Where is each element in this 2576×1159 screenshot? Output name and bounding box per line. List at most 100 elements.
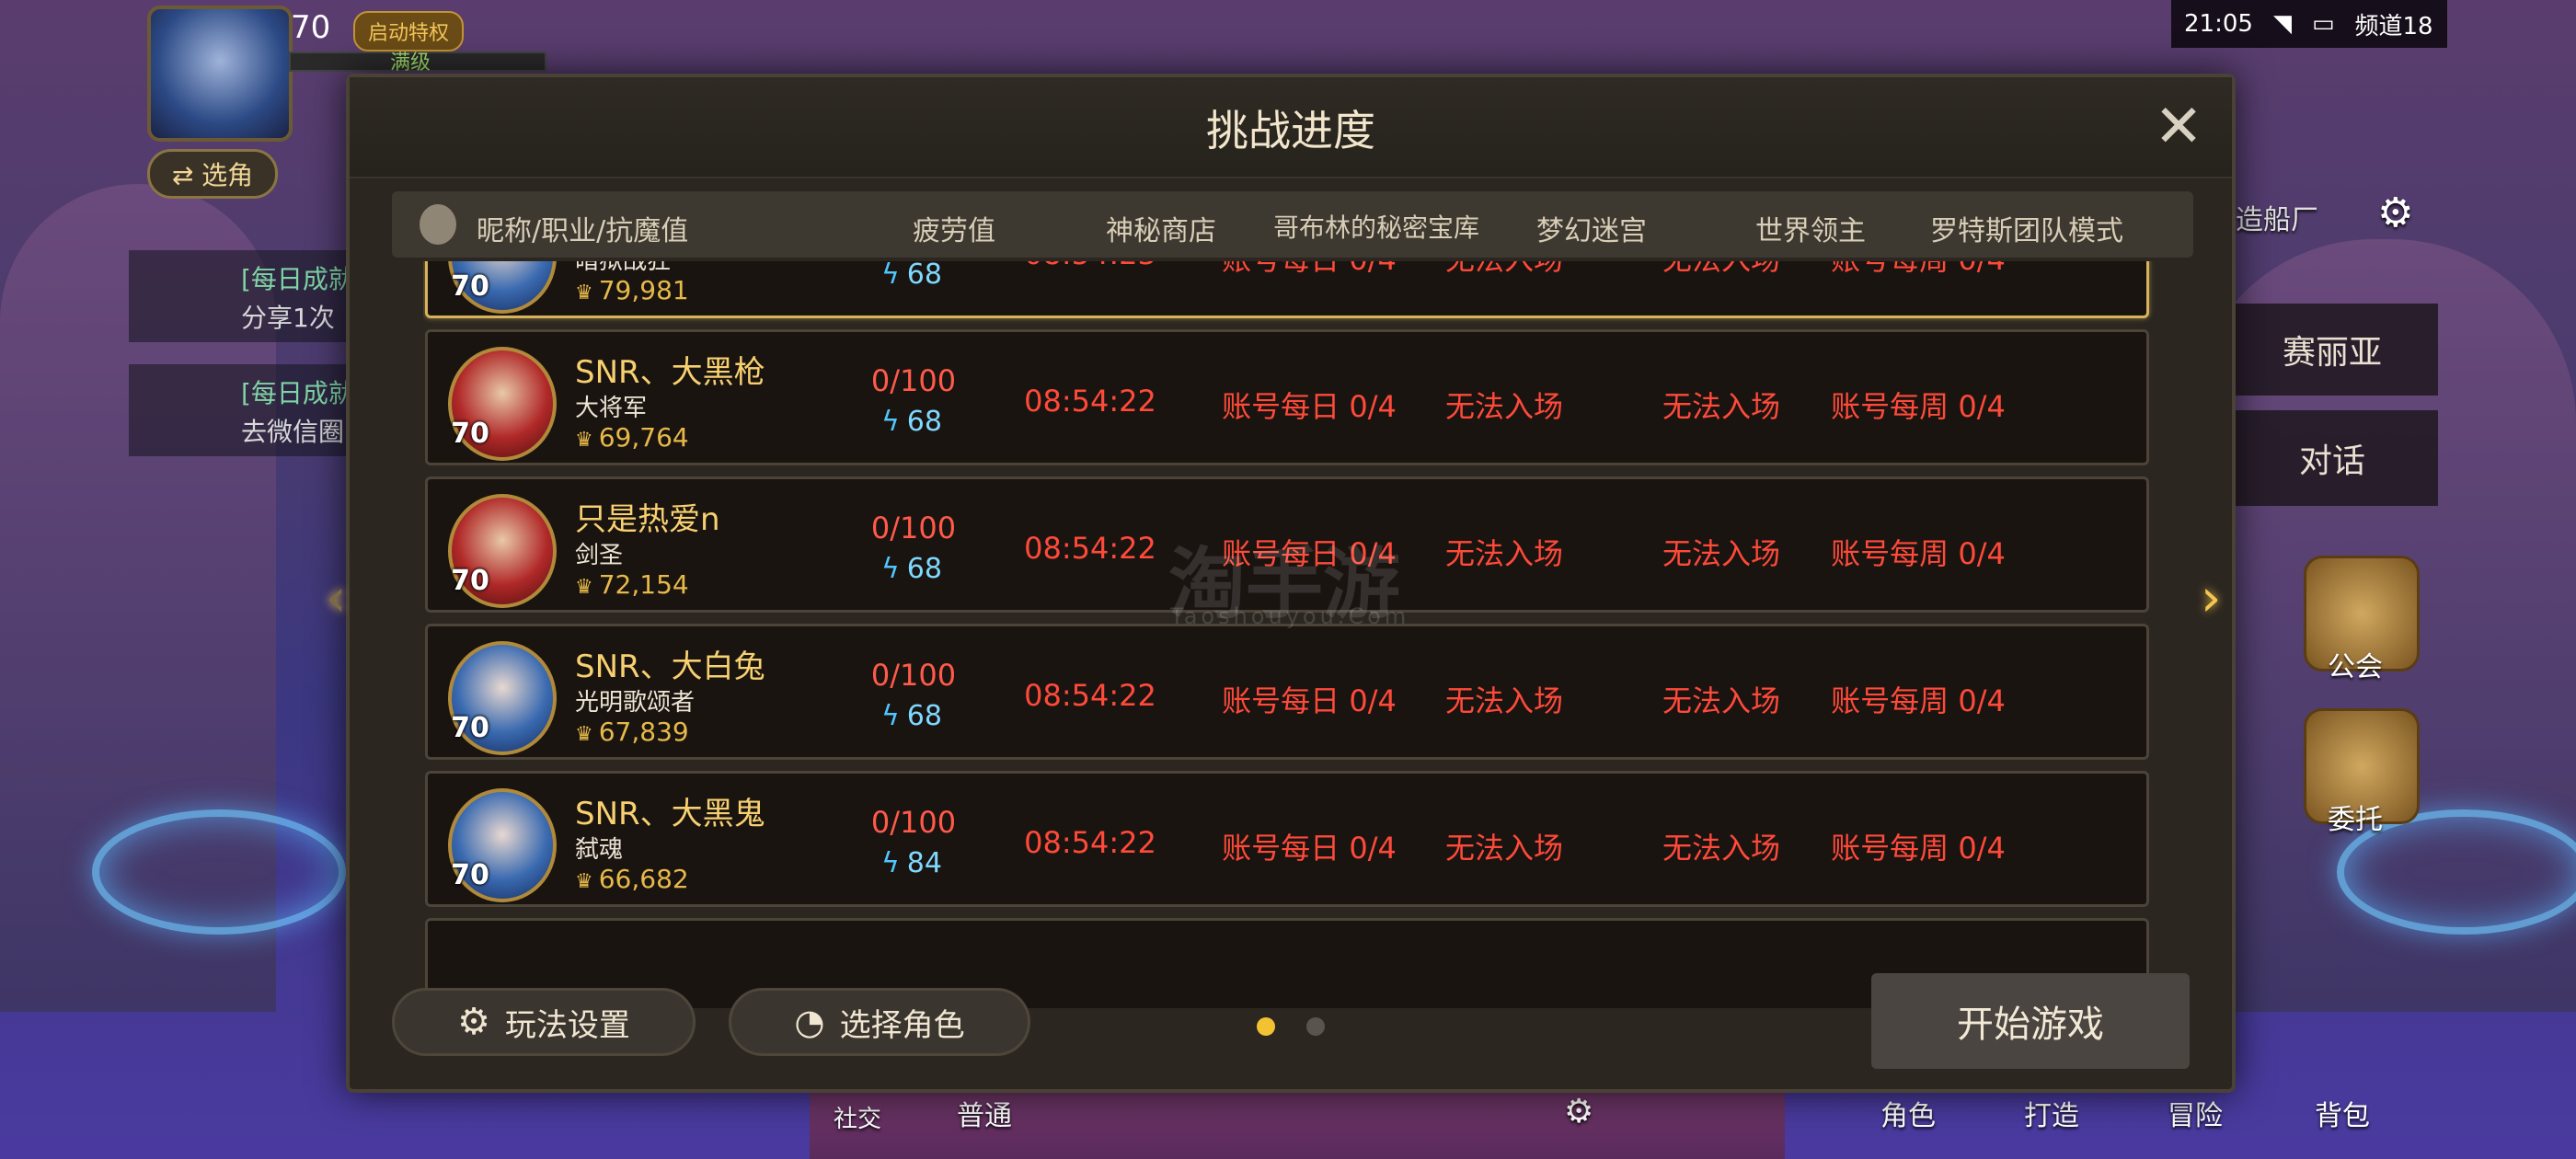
- character-row[interactable]: 70 SNR、大黑鬼 弑魂 ♛ 66,682 0/100 ϟ 84 08:54:22…: [425, 771, 2149, 907]
- social-label[interactable]: 社交: [834, 1100, 881, 1134]
- crown-icon: ♛: [575, 576, 593, 599]
- maze-status: 无法入场: [1444, 536, 1563, 571]
- play-settings-label: 玩法设置: [504, 1006, 630, 1044]
- shop-timer: 08:54:22: [1024, 384, 1156, 419]
- signal-icon: ◥: [2272, 10, 2292, 38]
- level-badge: 70: [446, 704, 494, 752]
- lightning-icon: ϟ: [881, 553, 900, 585]
- character-class: 暗狱战狂: [575, 261, 672, 275]
- level-badge: 70: [446, 409, 494, 457]
- boss-status: 无法入场: [1662, 389, 1780, 424]
- energy-value: ϟ 68: [881, 553, 942, 585]
- character-row[interactable]: 70 SNR、大白兔 光明歌颂者 ♛ 67,839 0/100 ϟ 68 08:54…: [425, 624, 2149, 760]
- settings-gear-icon[interactable]: ⚙: [1564, 1093, 1593, 1130]
- npc-name-panel: 赛丽亚: [2226, 304, 2438, 396]
- challenge-progress-dialog: 挑战进度 ✕ 昵称/职业/抗魔值 疲劳值 神秘商店 哥布林的秘密宝库 梦幻迷宫 …: [346, 74, 2236, 1093]
- talk-button[interactable]: 对话: [2226, 410, 2438, 506]
- dialog-header: 挑战进度 ✕: [350, 77, 2232, 178]
- anti-magic-value: ♛ 66,682: [575, 864, 689, 894]
- close-icon[interactable]: ✕: [2147, 96, 2210, 158]
- gear-icon: ⚙: [457, 1001, 490, 1043]
- energy-value: ϟ 68: [847, 261, 976, 291]
- task-title: [每日成就: [241, 378, 354, 408]
- lightning-icon: ϟ: [881, 406, 900, 438]
- fatigue-value: 0/100: [870, 658, 957, 693]
- crown-icon: ♛: [575, 281, 593, 304]
- level-badge: 70: [446, 557, 494, 604]
- lightning-icon: ϟ: [881, 847, 900, 879]
- system-status-bar: 21:05 ◥ ▭ 频道18: [2171, 0, 2447, 48]
- fatigue-value: 0/100: [870, 511, 957, 545]
- goblin-progress: 账号每日 0/4: [1222, 831, 1397, 866]
- character-class: 剑圣: [575, 542, 624, 569]
- normal-chat-label[interactable]: 普通: [957, 1093, 1012, 1133]
- shop-timer: 08:54:22: [1024, 825, 1156, 860]
- character-name: SNR、大白兔: [575, 648, 765, 685]
- adventure-menu-label[interactable]: 冒险: [2168, 1093, 2223, 1133]
- goblin-progress: 账号每日 0/4: [1199, 261, 1420, 279]
- character-class: 光明歌颂者: [575, 689, 696, 717]
- shop-timer: 08:54:23: [971, 261, 1210, 271]
- maze-status: 无法入场: [1444, 831, 1563, 866]
- watermark-url: Taoshouyou.Com: [1170, 603, 1410, 629]
- exp-label: 满级: [390, 52, 431, 75]
- character-class: 弑魂: [575, 836, 624, 864]
- col-shop: 神秘商店: [1106, 215, 1216, 247]
- character-head-icon: [420, 204, 456, 245]
- boss-status: 无法入场: [1662, 831, 1780, 866]
- level-badge: 70: [446, 262, 494, 310]
- guild-label: 公会: [2328, 651, 2383, 683]
- task-desc: 去微信圈: [241, 417, 345, 447]
- select-role-button[interactable]: ◔ 选择角色: [729, 988, 1030, 1056]
- energy-value: ϟ 68: [881, 700, 942, 732]
- player-level: 70: [291, 9, 331, 46]
- lightning-icon: ϟ: [881, 261, 900, 291]
- gear-icon[interactable]: ⚙: [2377, 189, 2413, 236]
- player-avatar[interactable]: [147, 6, 293, 142]
- boss-status: 无法入场: [1662, 536, 1780, 571]
- character-row[interactable]: 70 SNR、大黑枪 大将军 ♛ 69,764 0/100 ϟ 68 08:54:2…: [425, 329, 2149, 465]
- character-list: 70 暗狱战狂 ♛79,981 ϟ68 08:54:23 账号每日 0/4 无法…: [423, 261, 2158, 1008]
- task-desc: 分享1次: [241, 303, 335, 333]
- maze-status: 无法入场: [1412, 261, 1596, 279]
- role-menu-label[interactable]: 角色: [1880, 1093, 1936, 1133]
- anti-magic-value: ♛ 69,764: [575, 422, 689, 453]
- maze-status: 无法入场: [1444, 683, 1563, 718]
- anti-magic-value: ♛ 72,154: [575, 569, 689, 600]
- boss-status: 无法入场: [1629, 261, 1813, 279]
- col-nickname: 昵称/职业/抗魔值: [477, 215, 689, 247]
- bag-menu-label[interactable]: 背包: [2315, 1093, 2370, 1133]
- crown-icon: ♛: [575, 723, 593, 746]
- goblin-progress: 账号每日 0/4: [1222, 389, 1397, 424]
- maze-status: 无法入场: [1444, 389, 1563, 424]
- play-settings-button[interactable]: ⚙ 玩法设置: [392, 988, 696, 1056]
- shipyard-label[interactable]: 造船厂: [2236, 197, 2318, 237]
- start-game-button[interactable]: 开始游戏: [1871, 973, 2190, 1069]
- forge-menu-label[interactable]: 打造: [2024, 1093, 2079, 1133]
- level-badge: 70: [446, 851, 494, 899]
- energy-value: ϟ 68: [881, 406, 942, 438]
- prev-page-arrow-icon[interactable]: ‹: [326, 568, 346, 628]
- fatigue-value: 0/100: [870, 363, 957, 398]
- character-name: 只是热爱n: [575, 501, 720, 538]
- team-progress: 账号每周 0/4: [1831, 683, 2006, 718]
- crown-icon: ♛: [575, 870, 593, 893]
- anti-magic-value: ♛ 67,839: [575, 717, 689, 747]
- col-fatigue: 疲劳值: [913, 215, 995, 247]
- crown-icon: ♛: [575, 429, 593, 452]
- next-page-arrow-icon[interactable]: ›: [2201, 568, 2221, 628]
- team-progress: 账号每周 0/4: [1808, 261, 2029, 279]
- clock: 21:05: [2184, 10, 2253, 38]
- shop-timer: 08:54:22: [1024, 678, 1156, 713]
- character-row[interactable]: 70 暗狱战狂 ♛79,981 ϟ68 08:54:23 账号每日 0/4 无法…: [425, 261, 2149, 318]
- team-progress: 账号每周 0/4: [1831, 831, 2006, 866]
- energy-value: ϟ 84: [881, 847, 942, 879]
- channel-label: 频道18: [2354, 12, 2433, 40]
- page-dot-active[interactable]: [1257, 1017, 1275, 1036]
- col-maze: 梦幻迷宫: [1536, 215, 1647, 247]
- character-name: SNR、大黑鬼: [575, 796, 765, 832]
- switch-character-button[interactable]: ⇄ 选角: [147, 149, 278, 199]
- page-dot[interactable]: [1306, 1017, 1325, 1036]
- anti-magic-value: ♛ 79,981: [575, 275, 689, 305]
- commission-label: 委托: [2328, 804, 2383, 836]
